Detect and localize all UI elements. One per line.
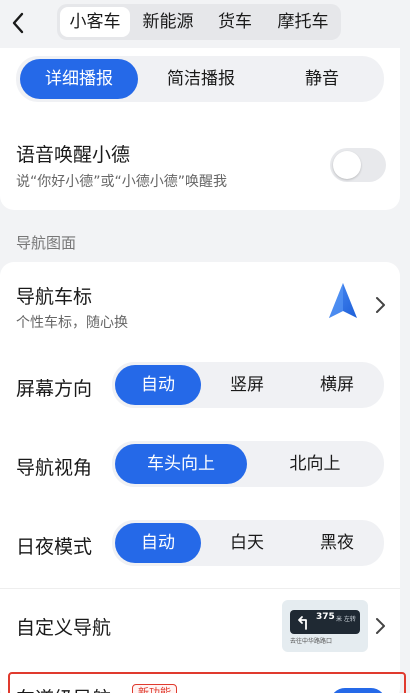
car-icon-title: 导航车标	[16, 286, 93, 308]
section-nav-map-label: 导航图面	[16, 234, 77, 252]
tab-car[interactable]: 小客车	[60, 7, 130, 37]
toggle-knob	[333, 151, 361, 179]
preview-guidance-card: 375 米 左转	[290, 610, 360, 634]
voice-wake-toggle[interactable]	[330, 148, 386, 182]
navigation-arrow-icon	[329, 283, 357, 318]
screen-orientation-label: 屏幕方向	[16, 378, 93, 400]
preview-unit: 米 左转	[336, 616, 356, 623]
nav-view-segment: 车头向上 北向上	[112, 441, 384, 487]
tab-motorcycle[interactable]: 摩托车	[267, 7, 339, 37]
nav-view-label: 导航视角	[16, 457, 93, 479]
day-night-segment: 自动 白天 黑夜	[112, 520, 384, 566]
back-button[interactable]	[6, 8, 30, 38]
day-night-label: 日夜模式	[16, 536, 93, 558]
voice-wake-subtitle: 说“你好小德”或“小德小德”唤醒我	[16, 174, 228, 190]
chevron-right-icon	[376, 297, 385, 313]
broadcast-mute-option[interactable]: 静音	[264, 59, 380, 99]
tab-new-energy[interactable]: 新能源	[133, 7, 203, 37]
orientation-portrait-option[interactable]: 竖屏	[204, 365, 290, 405]
custom-nav-preview-image: 375 米 左转 去往中华路路口	[282, 600, 368, 652]
day-option[interactable]: 白天	[204, 523, 290, 563]
new-feature-badge: 新功能	[132, 684, 177, 693]
voice-wake-title: 语音唤醒小德	[16, 144, 131, 166]
orientation-auto-option[interactable]: 自动	[115, 365, 201, 405]
lane-nav-title: 车道级导航	[16, 684, 111, 693]
tab-truck[interactable]: 货车	[207, 7, 263, 37]
night-option[interactable]: 黑夜	[294, 523, 380, 563]
preview-road-name: 去往中华路路口	[290, 638, 333, 645]
chevron-left-icon	[12, 12, 24, 34]
turn-left-icon	[298, 616, 307, 630]
broadcast-card: 详细播报 简洁播报 静音 语音唤醒小德 说“你好小德”或“小德小德”唤醒我	[0, 48, 400, 210]
screen-orientation-segment: 自动 竖屏 横屏	[112, 362, 384, 408]
broadcast-detailed-option[interactable]: 详细播报	[20, 59, 138, 99]
view-north-up-option[interactable]: 北向上	[250, 444, 380, 484]
vehicle-type-tabs: 小客车 新能源 货车 摩托车	[57, 4, 341, 40]
custom-nav-title: 自定义导航	[16, 617, 112, 639]
chevron-right-icon	[376, 618, 385, 634]
broadcast-concise-option[interactable]: 简洁播报	[142, 59, 260, 99]
view-heading-up-option[interactable]: 车头向上	[115, 444, 247, 484]
top-bar: 小客车 新能源 货车 摩托车	[0, 0, 410, 48]
lane-nav-toggle[interactable]	[330, 688, 386, 693]
preview-distance: 375	[316, 612, 335, 622]
orientation-landscape-option[interactable]: 横屏	[294, 365, 380, 405]
car-icon-subtitle: 个性车标，随心换	[16, 315, 128, 331]
day-night-auto-option[interactable]: 自动	[115, 523, 201, 563]
broadcast-mode-segment: 详细播报 简洁播报 静音	[16, 56, 384, 102]
car-icon-row[interactable]: 导航车标 个性车标，随心换	[0, 262, 400, 348]
